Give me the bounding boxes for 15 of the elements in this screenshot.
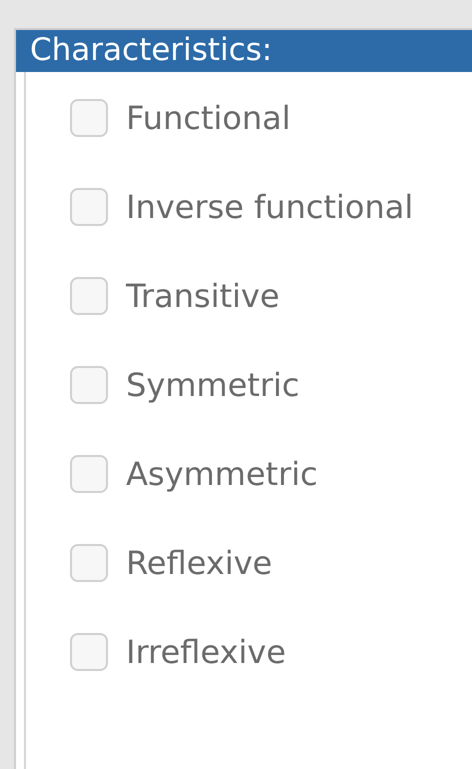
checkbox-label: Inverse functional <box>126 187 414 228</box>
section-header: Characteristics: <box>16 30 472 72</box>
checkbox[interactable] <box>70 277 108 315</box>
checkbox[interactable] <box>70 99 108 137</box>
checkbox-label: Functional <box>126 98 291 139</box>
checkbox-label: Asymmetric <box>126 454 318 495</box>
checkbox-label: Symmetric <box>126 365 300 406</box>
checkbox-label: Reflexive <box>126 543 272 584</box>
checkbox-label: Transitive <box>126 276 280 317</box>
checkbox[interactable] <box>70 633 108 671</box>
checkbox[interactable] <box>70 188 108 226</box>
checkbox-label: Irreflexive <box>126 632 286 673</box>
checkbox[interactable] <box>70 544 108 582</box>
checkbox[interactable] <box>70 455 108 493</box>
checkbox[interactable] <box>70 366 108 404</box>
